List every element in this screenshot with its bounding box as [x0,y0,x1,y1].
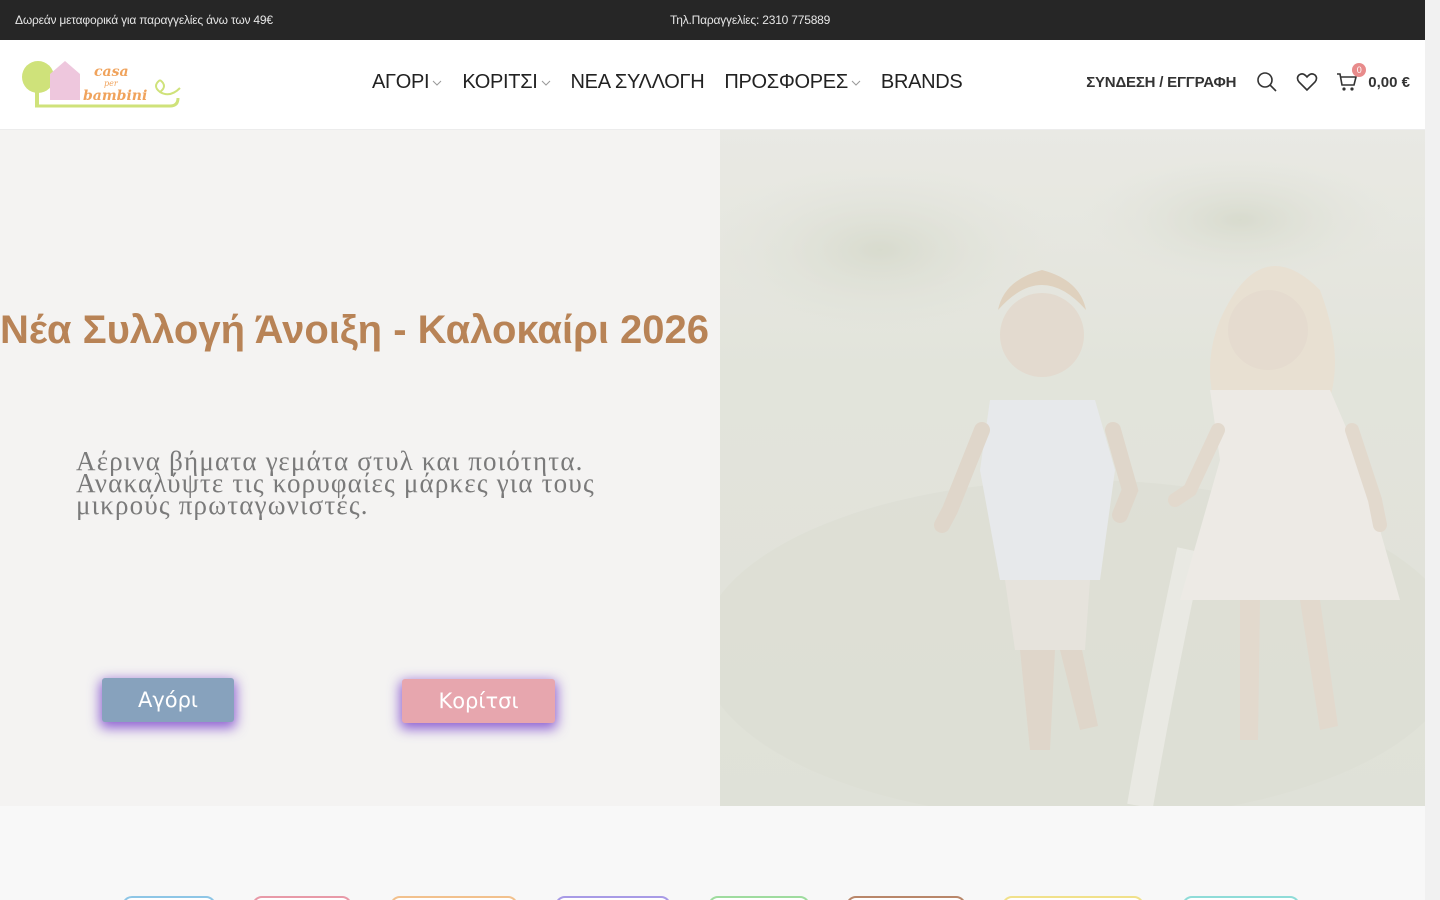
nav-item-boy[interactable]: ΑΓΟΡΙ [372,71,442,94]
category-pill[interactable] [1182,896,1300,900]
hero-title: Νέα Συλλογή Άνοιξη - Καλοκαίρι 2026 [0,308,710,352]
nav-item-label: ΝΕΑ ΣΥΛΛΟΓΗ [570,71,705,93]
cart-total: 0,00 € [1368,73,1410,91]
nav-item-new-collection[interactable]: ΝΕΑ ΣΥΛΛΟΓΗ [571,71,705,94]
scrollbar-track[interactable] [1425,0,1440,900]
chevron-down-icon [851,78,861,88]
heart-icon[interactable] [1296,71,1318,93]
nav-item-offers[interactable]: ΠΡΟΣΦΟΡΕΣ [724,71,861,94]
girl-button[interactable]: Κορίτσι [402,679,555,723]
category-pill[interactable] [846,896,966,900]
category-pill[interactable] [390,896,518,900]
cart-icon: 0 [1336,63,1367,93]
nav-item-label: ΑΓΟΡΙ [372,71,430,93]
hero-photo-children-running [720,130,1425,806]
boy-button[interactable]: Αγόρι [102,678,234,722]
chevron-down-icon [432,78,442,88]
top-announcement-bar: Δωρεάν μεταφορικά για παραγγελίες άνω τω… [0,0,1425,40]
hero-text-panel: Νέα Συλλογή Άνοιξη - Καλοκαίρι 2026 Αέρι… [0,130,720,806]
logo-text-bambini: bambini [83,88,147,104]
search-icon[interactable] [1256,71,1278,93]
category-pill[interactable] [122,896,216,900]
login-register-link[interactable]: ΣΥΝΔΕΣΗ / ΕΓΓΡΑΦΗ [1086,74,1236,91]
nav-item-label: ΠΡΟΣΦΟΡΕΣ [724,71,848,93]
cart-button[interactable]: 0 0,00 € [1336,63,1410,93]
category-pill[interactable] [252,896,352,900]
nav-item-brands[interactable]: BRANDS [881,71,963,94]
chevron-down-icon [541,78,551,88]
category-pill[interactable] [555,896,671,900]
nav-item-girl[interactable]: ΚΟΡΙΤΣΙ [462,71,550,94]
order-phone-text: Τηλ.Παραγγελίες: 2310 775889 [670,13,831,27]
category-section [0,806,1425,900]
logo-text-per: per [104,79,119,88]
nav-item-label: ΚΟΡΙΤΣΙ [462,71,538,93]
nav-item-label: BRANDS [880,71,963,93]
hero-banner: Νέα Συλλογή Άνοιξη - Καλοκαίρι 2026 Αέρι… [0,130,1425,806]
site-logo[interactable]: casa per bambini [20,58,185,113]
hero-subtitle: Αέρινα βήματα γεμάτα στυλ και ποιότητα. … [76,446,595,520]
site-header: casa per bambini ΑΓΟΡΙ ΚΟΡΙΤΣΙ ΝΕΑ ΣΥΛΛΟ… [0,40,1425,130]
logo-text-casa: casa [94,64,129,80]
category-pill[interactable] [1002,896,1144,900]
cart-count-badge: 0 [1352,63,1367,77]
main-navigation: ΑΓΟΡΙ ΚΟΡΙΤΣΙ ΝΕΑ ΣΥΛΛΟΓΗ ΠΡΟΣΦΟΡΕΣ BRAN… [372,71,982,94]
free-shipping-text: Δωρεάν μεταφορικά για παραγγελίες άνω τω… [15,13,273,27]
header-actions: ΣΥΝΔΕΣΗ / ΕΓΓΡΑΦΗ 0 0,00 € [1086,63,1410,93]
category-pill[interactable] [708,896,810,900]
